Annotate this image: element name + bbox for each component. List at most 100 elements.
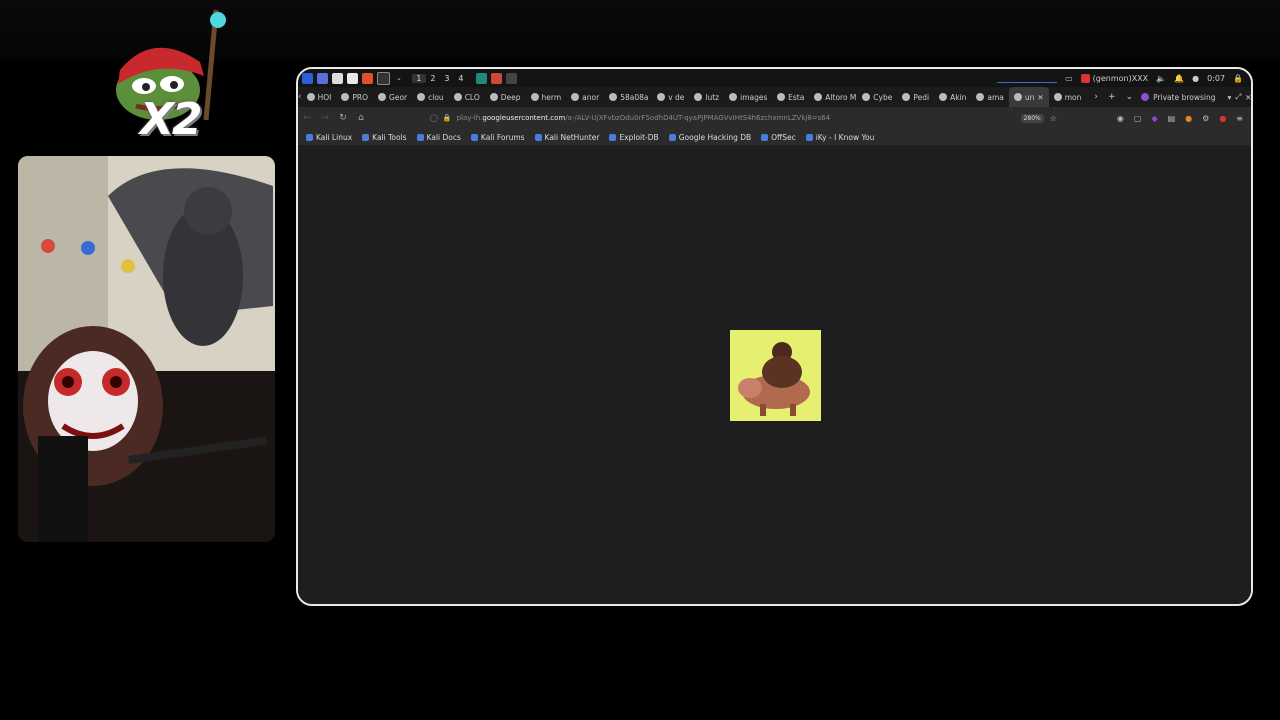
browser-tab[interactable]: Pedi	[897, 87, 934, 107]
zoom-indicator[interactable]: 280%	[1020, 113, 1044, 123]
bookmark-item[interactable]: Kali Forums	[470, 132, 525, 142]
browser-tab[interactable]: clou	[412, 87, 449, 107]
bookmark-star-icon[interactable]: ☆	[1050, 114, 1057, 123]
workspace-2[interactable]: 2	[426, 74, 440, 83]
reload-button[interactable]: ↻	[334, 113, 352, 123]
browser-tab[interactable]: Geor	[373, 87, 412, 107]
browser-tab[interactable]: un ✕	[1008, 87, 1049, 107]
tab-favicon-icon	[939, 93, 948, 101]
file-manager-icon[interactable]	[332, 72, 343, 84]
lock-icon[interactable]: 🔒	[1233, 74, 1243, 83]
forward-button[interactable]: →	[316, 113, 334, 123]
tab-favicon-icon	[729, 93, 738, 101]
tab-favicon-icon	[657, 93, 666, 101]
bell-icon[interactable]: 🔔	[1174, 74, 1184, 83]
cpu-graph	[997, 74, 1058, 83]
bookmark-item[interactable]: Google Hacking DB	[668, 133, 751, 142]
new-tab-button[interactable]: +	[1108, 92, 1116, 102]
tab-favicon-icon	[1013, 93, 1022, 101]
genmon-icon	[1080, 73, 1090, 83]
back-button[interactable]: ←	[298, 113, 316, 123]
workspace-4[interactable]: 4	[454, 74, 468, 83]
workspace-3[interactable]: 3	[440, 74, 454, 83]
bookmark-label: iKy - I Know You	[815, 132, 875, 142]
browser-tab[interactable]: v de	[652, 87, 689, 107]
bookmark-item[interactable]: Kali NetHunter	[534, 132, 600, 142]
tab-label: images	[740, 92, 768, 102]
browser-tab[interactable]: Akin	[934, 87, 971, 107]
browser-tab[interactable]: CLO	[449, 87, 485, 107]
bookmark-item[interactable]: iKy - I Know You	[805, 132, 875, 142]
browser-tab[interactable]: lutz	[689, 87, 724, 107]
browser-tab[interactable]: herm	[526, 87, 567, 107]
firefox-icon[interactable]	[362, 72, 373, 84]
task-browser-icon[interactable]	[490, 72, 502, 84]
extension-icon-1[interactable]: ◉	[1117, 114, 1124, 123]
tab-label: herm	[541, 92, 562, 102]
bookmark-icon	[761, 133, 769, 141]
browser-tab[interactable]: 58a08a	[604, 87, 652, 107]
bookmark-item[interactable]: Kali Tools	[362, 132, 407, 142]
lock-icon[interactable]: 🔒	[443, 114, 452, 122]
extension-icon-3[interactable]: ▤	[1168, 114, 1176, 123]
task-terminal-icon[interactable]	[505, 72, 517, 84]
bookmark-label: Kali Tools	[372, 132, 407, 142]
tab-favicon-icon	[976, 93, 985, 101]
browser-tab[interactable]: images	[724, 87, 772, 107]
volume-icon[interactable]: 🔈	[1156, 74, 1166, 83]
badge-text: X2	[140, 94, 203, 145]
browser-tab[interactable]: Cybe	[857, 87, 897, 107]
close-tab-icon[interactable]: ✕	[1037, 93, 1043, 102]
tab-label: mon	[1064, 92, 1082, 102]
tab-favicon-icon	[694, 93, 703, 101]
extension-icon-2[interactable]: ◆	[1151, 114, 1157, 123]
bookmark-label: Kali NetHunter	[544, 132, 600, 142]
tab-label: lutz	[705, 92, 720, 102]
genmon-widget[interactable]: (genmon)XXX	[1080, 73, 1148, 83]
home-button[interactable]: ⌂	[352, 113, 370, 123]
browser-tab[interactable]: Esta	[772, 87, 809, 107]
bookmark-item[interactable]: Exploit-DB	[609, 132, 659, 142]
browser-tab[interactable]: Deep	[485, 87, 526, 107]
bookmark-label: Kali Forums	[480, 132, 525, 142]
browser-tab[interactable]: ama	[971, 87, 1009, 107]
window-icon[interactable]: ▭	[1065, 74, 1073, 83]
bookmarks-toolbar: Kali Linux Kali Tools Kali Docs Kali Forums…	[298, 129, 1251, 145]
text-editor-icon[interactable]	[347, 72, 358, 84]
browser-tab[interactable]: anor	[566, 87, 604, 107]
workspace-1[interactable]: 1	[411, 73, 426, 83]
browser-tab[interactable]: PRO	[336, 87, 373, 107]
power-icon[interactable]: ●	[1192, 74, 1199, 83]
bookmark-label: Exploit-DB	[619, 132, 659, 142]
bookmark-label: Kali Linux	[316, 132, 353, 142]
bookmark-item[interactable]: Kali Docs	[416, 133, 461, 142]
bookmark-icon	[416, 133, 424, 141]
browser-tab[interactable]: Altoro M	[809, 87, 857, 107]
close-window-icon[interactable]: ✕	[1245, 93, 1251, 102]
app-launcher-icon[interactable]	[317, 72, 328, 84]
chevron-down-icon[interactable]: ⌄	[396, 74, 402, 82]
extension-icon-5[interactable]: ●	[1219, 114, 1226, 123]
menu-icon[interactable]: ≡	[1236, 114, 1243, 123]
shield-icon[interactable]: ◯	[430, 114, 438, 122]
bookmark-item[interactable]: OffSec	[761, 133, 796, 142]
tab-label: 58a08a	[620, 92, 649, 102]
bookmark-item[interactable]: Kali Linux	[306, 133, 352, 142]
task-app-icon[interactable]	[475, 72, 487, 84]
browser-tab[interactable]: mon	[1049, 87, 1087, 107]
pocket-icon[interactable]: ▢	[1134, 114, 1142, 123]
extension-icon-4[interactable]: ●	[1185, 114, 1192, 123]
list-all-tabs-icon[interactable]: ⌄	[1126, 92, 1134, 102]
settings-icon[interactable]: ⚙	[1202, 114, 1209, 123]
kali-menu-icon[interactable]	[302, 72, 313, 84]
extension-toolbar: ◉ ▢ ◆ ▤ ● ⚙ ● ≡	[1117, 114, 1251, 123]
tab-label: Esta	[788, 92, 805, 102]
maximize-icon[interactable]: ⤢	[1235, 92, 1241, 102]
system-tray: ▭ (genmon)XXX 🔈 🔔 ● 0:07 🔒	[997, 73, 1251, 83]
url-bar[interactable]: ◯ 🔒 play-lh.googleusercontent.com/a-/ALV…	[430, 110, 1013, 126]
minimize-icon[interactable]: ▾	[1228, 93, 1232, 102]
tab-scroll-right-icon[interactable]: ›	[1094, 92, 1098, 102]
browser-tab[interactable]: HOI	[302, 87, 337, 107]
terminal-icon[interactable]	[377, 71, 390, 85]
tab-favicon-icon	[609, 93, 618, 101]
